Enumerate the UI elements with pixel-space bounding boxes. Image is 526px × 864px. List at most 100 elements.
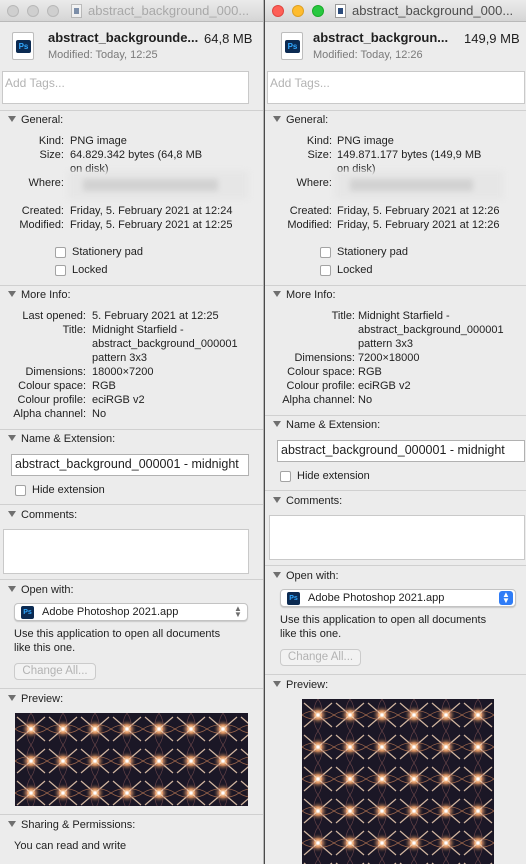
modified-value: Friday, 5. February 2021 at 12:25 bbox=[70, 219, 233, 231]
disclosure-triangle-icon[interactable] bbox=[8, 511, 16, 517]
preview-image bbox=[15, 713, 248, 806]
colour-profile-value: eciRGB v2 bbox=[92, 394, 145, 406]
open-with-section-header[interactable]: Open with: bbox=[273, 570, 339, 582]
disclosure-triangle-icon[interactable] bbox=[8, 116, 16, 122]
disclosure-triangle-icon[interactable] bbox=[273, 291, 281, 297]
disclosure-triangle-icon[interactable] bbox=[273, 497, 281, 503]
disclosure-triangle-icon[interactable] bbox=[8, 586, 16, 592]
size-value: 64.829.342 bytes (64,8 MB bbox=[70, 149, 203, 161]
minimize-button[interactable] bbox=[292, 5, 304, 17]
open-with-section-header[interactable]: Open with: bbox=[8, 584, 74, 596]
disclosure-triangle-icon[interactable] bbox=[273, 572, 281, 578]
disclosure-triangle-icon[interactable] bbox=[273, 681, 281, 687]
size-label: Size: bbox=[307, 149, 332, 161]
dimensions-value: 18000×7200 bbox=[92, 366, 154, 378]
disclosure-triangle-icon[interactable] bbox=[8, 821, 16, 827]
size-label: Size: bbox=[39, 149, 64, 161]
colour-profile-label: Colour profile: bbox=[286, 380, 355, 392]
modified-label: Modified: bbox=[19, 219, 64, 231]
kind-value: PNG image bbox=[337, 135, 394, 147]
comments-section-header[interactable]: Comments: bbox=[273, 495, 342, 507]
hide-extension-checkbox[interactable]: Hide extension bbox=[280, 470, 370, 482]
photoshop-app-icon: Ps bbox=[21, 606, 34, 619]
where-label: Where: bbox=[296, 177, 332, 189]
open-with-popup[interactable]: Ps Adobe Photoshop 2021.app ▲ ▼ bbox=[14, 603, 248, 621]
last-opened-label: Last opened: bbox=[22, 310, 86, 322]
title-value-cont: pattern 3x3 bbox=[358, 338, 414, 350]
title-value-cont: abstract_background_000001 bbox=[358, 324, 504, 336]
title-bar[interactable]: abstract_background_000... bbox=[265, 0, 526, 22]
sharing-permissions-section-header[interactable]: Sharing & Permissions: bbox=[8, 819, 135, 831]
modified-summary: Modified: Today, 12:26 bbox=[313, 49, 423, 61]
left-info-window: abstract_background_000... Ps abstract_b… bbox=[0, 0, 264, 864]
general-section-header[interactable]: General: bbox=[8, 114, 63, 126]
preview-section-header[interactable]: Preview: bbox=[8, 693, 63, 705]
file-name: abstract_backgroun... bbox=[313, 30, 449, 45]
more-info-section-header[interactable]: More Info: bbox=[8, 289, 71, 301]
name-extension-section-header[interactable]: Name & Extension: bbox=[8, 433, 115, 445]
popup-arrows-icon: ▲ ▼ bbox=[499, 591, 513, 605]
title-label: Title: bbox=[62, 324, 86, 336]
disclosure-triangle-icon[interactable] bbox=[273, 421, 281, 427]
name-field[interactable]: abstract_background_000001 - midnight bbox=[11, 454, 249, 476]
colour-profile-label: Colour profile: bbox=[17, 394, 86, 406]
popup-arrows-icon: ▲ ▼ bbox=[234, 604, 242, 619]
modified-value: Friday, 5. February 2021 at 12:26 bbox=[337, 219, 500, 231]
hide-extension-checkbox[interactable]: Hide extension bbox=[15, 484, 105, 496]
created-value: Friday, 5. February 2021 at 12:26 bbox=[337, 205, 500, 217]
name-field[interactable]: abstract_background_000001 - midnight bbox=[277, 440, 525, 462]
kind-value: PNG image bbox=[70, 135, 127, 147]
zoom-button[interactable] bbox=[47, 5, 59, 17]
photoshop-file-icon[interactable]: Ps bbox=[281, 32, 303, 60]
document-proxy-icon[interactable] bbox=[335, 4, 346, 18]
size-value: 149.871.177 bytes (149,9 MB bbox=[337, 149, 482, 161]
close-button[interactable] bbox=[7, 5, 19, 17]
more-info-section-header[interactable]: More Info: bbox=[273, 289, 336, 301]
created-label: Created: bbox=[21, 205, 64, 217]
where-path-blurred bbox=[68, 171, 248, 199]
close-button[interactable] bbox=[272, 5, 284, 17]
tags-field[interactable]: Add Tags... bbox=[2, 71, 249, 104]
comments-field[interactable] bbox=[3, 529, 249, 574]
disclosure-triangle-icon[interactable] bbox=[8, 435, 16, 441]
open-with-description: Use this application to open all documen… bbox=[14, 628, 221, 654]
comments-field[interactable] bbox=[269, 515, 525, 560]
title-value: Midnight Starfield - bbox=[92, 324, 184, 336]
title-value: Midnight Starfield - bbox=[358, 310, 450, 322]
kind-label: Kind: bbox=[38, 135, 64, 147]
alpha-channel-label: Alpha channel: bbox=[13, 408, 86, 420]
colour-space-value: RGB bbox=[358, 366, 382, 378]
name-extension-section-header[interactable]: Name & Extension: bbox=[273, 419, 380, 431]
comments-section-header[interactable]: Comments: bbox=[8, 509, 77, 521]
open-with-description: Use this application to open all documen… bbox=[280, 614, 487, 640]
disclosure-triangle-icon[interactable] bbox=[8, 695, 16, 701]
stationery-pad-checkbox[interactable]: Stationery pad bbox=[320, 246, 408, 258]
last-opened-value: 5. February 2021 at 12:25 bbox=[92, 310, 219, 322]
minimize-button[interactable] bbox=[27, 5, 39, 17]
locked-checkbox[interactable]: Locked bbox=[320, 264, 372, 276]
alpha-channel-label: Alpha channel: bbox=[282, 394, 355, 406]
photoshop-file-icon[interactable]: Ps bbox=[12, 32, 34, 60]
window-title: abstract_background_000... bbox=[88, 3, 250, 18]
open-with-popup[interactable]: Ps Adobe Photoshop 2021.app ▲ ▼ bbox=[280, 589, 516, 607]
general-section-header[interactable]: General: bbox=[273, 114, 328, 126]
disclosure-triangle-icon[interactable] bbox=[273, 116, 281, 122]
change-all-button[interactable]: Change All... bbox=[14, 663, 96, 680]
colour-space-label: Colour space: bbox=[287, 366, 355, 378]
document-proxy-icon[interactable] bbox=[71, 4, 82, 18]
tags-field[interactable]: Add Tags... bbox=[267, 71, 525, 104]
permissions-text: You can read and write bbox=[14, 840, 127, 852]
preview-image bbox=[302, 699, 494, 864]
locked-checkbox[interactable]: Locked bbox=[55, 264, 107, 276]
disclosure-triangle-icon[interactable] bbox=[8, 291, 16, 297]
title-value-cont: abstract_background_000001 bbox=[92, 338, 238, 350]
right-info-window: abstract_background_000... Ps abstract_b… bbox=[265, 0, 526, 864]
file-size: 64,8 MB bbox=[204, 31, 253, 46]
file-size: 149,9 MB bbox=[464, 31, 520, 46]
stationery-pad-checkbox[interactable]: Stationery pad bbox=[55, 246, 143, 258]
preview-section-header[interactable]: Preview: bbox=[273, 679, 328, 691]
zoom-button[interactable] bbox=[312, 5, 324, 17]
kind-label: Kind: bbox=[306, 135, 332, 147]
title-bar[interactable]: abstract_background_000... bbox=[0, 0, 263, 22]
change-all-button[interactable]: Change All... bbox=[280, 649, 361, 666]
